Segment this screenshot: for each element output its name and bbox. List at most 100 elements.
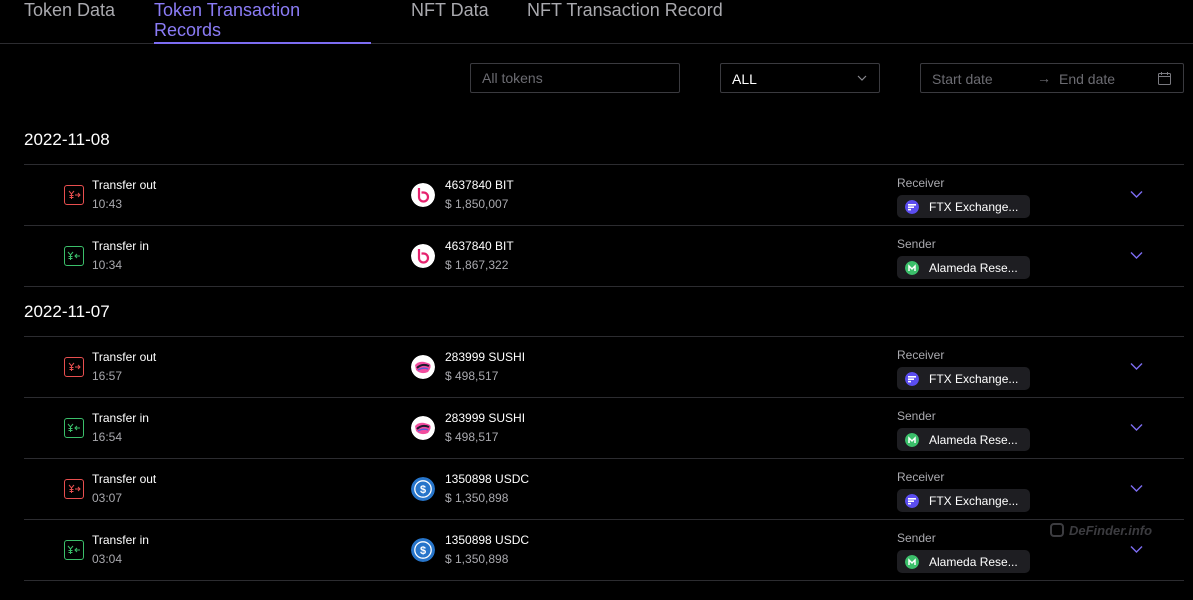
party-name: Alameda Rese... [929,555,1018,569]
party-name: FTX Exchange... [929,372,1019,386]
transfer-in-icon [64,540,84,560]
token-amount: 1350898 USDC [445,533,530,547]
ftx-logo-icon [905,494,919,508]
date-range-picker[interactable]: Start date → End date [920,63,1184,93]
party-name: FTX Exchange... [929,200,1019,214]
date-range-arrow-icon: → [1037,70,1051,86]
expand-chevron-icon[interactable] [1130,190,1143,199]
usdc-logo-icon: $ [411,477,435,501]
tab-label: Token Transaction Records [154,0,301,40]
transaction-time: 10:43 [92,197,123,211]
party-name: FTX Exchange... [929,494,1019,508]
bit-logo-icon [411,244,435,268]
receiver-address-pill[interactable]: FTX Exchange... [897,489,1030,512]
tab-token-data[interactable]: Token Data [24,0,115,43]
expand-chevron-icon[interactable] [1130,362,1143,371]
tab-label: NFT Transaction Record [527,0,723,20]
transaction-time: 16:54 [92,430,123,444]
party-name: Alameda Rese... [929,433,1018,447]
party-label: Sender [897,531,936,545]
watermark-text: DeFinder.info [1069,523,1153,538]
next-date-header-partial [24,590,114,600]
transaction-row: Transfer out 03:07 $ 1350898 USDC $ 1,35… [24,459,1184,519]
transaction-row: Transfer in 03:04 $ 1350898 USDC $ 1,350… [24,520,1184,580]
alameda-logo-icon [905,261,919,275]
bit-logo-icon [411,183,435,207]
expand-chevron-icon[interactable] [1130,251,1143,260]
watermark: DeFinder.info [1050,523,1152,538]
token-value: $ 1,350,898 [445,491,509,505]
expand-chevron-icon[interactable] [1130,484,1143,493]
transaction-time: 10:34 [92,258,123,272]
usdc-logo-icon: $ [411,538,435,562]
token-value: $ 498,517 [445,430,499,444]
token-amount: 4637840 BIT [445,178,514,192]
transaction-time: 16:57 [92,369,123,383]
tab-nft-transaction-record[interactable]: NFT Transaction Record [527,0,723,43]
token-amount: 283999 SUSHI [445,411,526,425]
tab-token-transaction-records[interactable]: Token Transaction Records [154,0,371,44]
party-label: Sender [897,409,936,423]
ftx-logo-icon [905,200,919,214]
divider [24,580,1184,581]
alameda-logo-icon [905,433,919,447]
divider [24,286,1184,287]
date-header: 2022-11-08 [24,130,110,149]
party-label: Sender [897,237,936,251]
receiver-address-pill[interactable]: FTX Exchange... [897,195,1030,218]
token-amount: 1350898 USDC [445,472,530,486]
party-name: Alameda Rese... [929,261,1018,275]
sushi-logo-icon [411,355,435,379]
sender-address-pill[interactable]: Alameda Rese... [897,428,1030,451]
sender-address-pill[interactable]: Alameda Rese... [897,256,1030,279]
transaction-type: Transfer out [92,472,157,486]
token-value: $ 1,350,898 [445,552,509,566]
svg-text:$: $ [420,484,426,496]
token-amount: 283999 SUSHI [445,350,526,364]
token-search-input[interactable] [471,64,679,92]
party-label: Receiver [897,176,945,190]
transaction-time: 03:07 [92,491,123,505]
transfer-out-icon [64,185,84,205]
sushi-logo-icon [411,416,435,440]
svg-text:$: $ [420,545,426,557]
party-label: Receiver [897,348,945,362]
token-value: $ 1,850,007 [445,197,509,211]
alameda-logo-icon [905,555,919,569]
tab-label: Token Data [24,0,116,20]
transaction-type: Transfer in [92,533,149,547]
party-label: Receiver [897,470,945,484]
receiver-address-pill[interactable]: FTX Exchange... [897,367,1030,390]
transaction-row: Transfer in 16:54 283999 SUSHI $ 498,517… [24,398,1184,458]
transaction-type: Transfer out [92,178,157,192]
token-value: $ 498,517 [445,369,499,383]
transfer-in-icon [64,418,84,438]
transfer-out-icon [64,357,84,377]
token-value: $ 1,867,322 [445,258,509,272]
transfer-in-icon [64,246,84,266]
sender-address-pill[interactable]: Alameda Rese... [897,550,1030,573]
transaction-type: Transfer in [92,411,149,425]
start-date-input[interactable]: Start date [932,71,993,87]
transaction-row: Transfer out 16:57 283999 SUSHI $ 498,51… [24,337,1184,397]
transaction-type: Transfer out [92,350,157,364]
calendar-icon[interactable] [1158,72,1171,85]
tab-nft-data[interactable]: NFT Data [411,0,489,43]
date-header: 2022-11-07 [24,302,110,321]
tab-bar: Token Data Token Transaction Records NFT… [0,0,1193,44]
transaction-row: Transfer out 10:43 4637840 BIT $ 1,850,0… [24,165,1184,225]
transfer-out-icon [64,479,84,499]
token-amount: 4637840 BIT [445,239,514,253]
chevron-down-icon [857,75,867,81]
expand-chevron-icon[interactable] [1130,545,1143,554]
end-date-input[interactable]: End date [1059,71,1115,87]
ftx-logo-icon [905,372,919,386]
tab-label: NFT Data [411,0,489,20]
transaction-row: Transfer in 10:34 4637840 BIT $ 1,867,32… [24,226,1184,286]
type-select[interactable]: ALL [720,63,880,93]
transaction-time: 03:04 [92,552,123,566]
expand-chevron-icon[interactable] [1130,423,1143,432]
transaction-type: Transfer in [92,239,149,253]
token-search-field[interactable] [470,63,680,93]
definder-logo-icon [1050,523,1064,537]
